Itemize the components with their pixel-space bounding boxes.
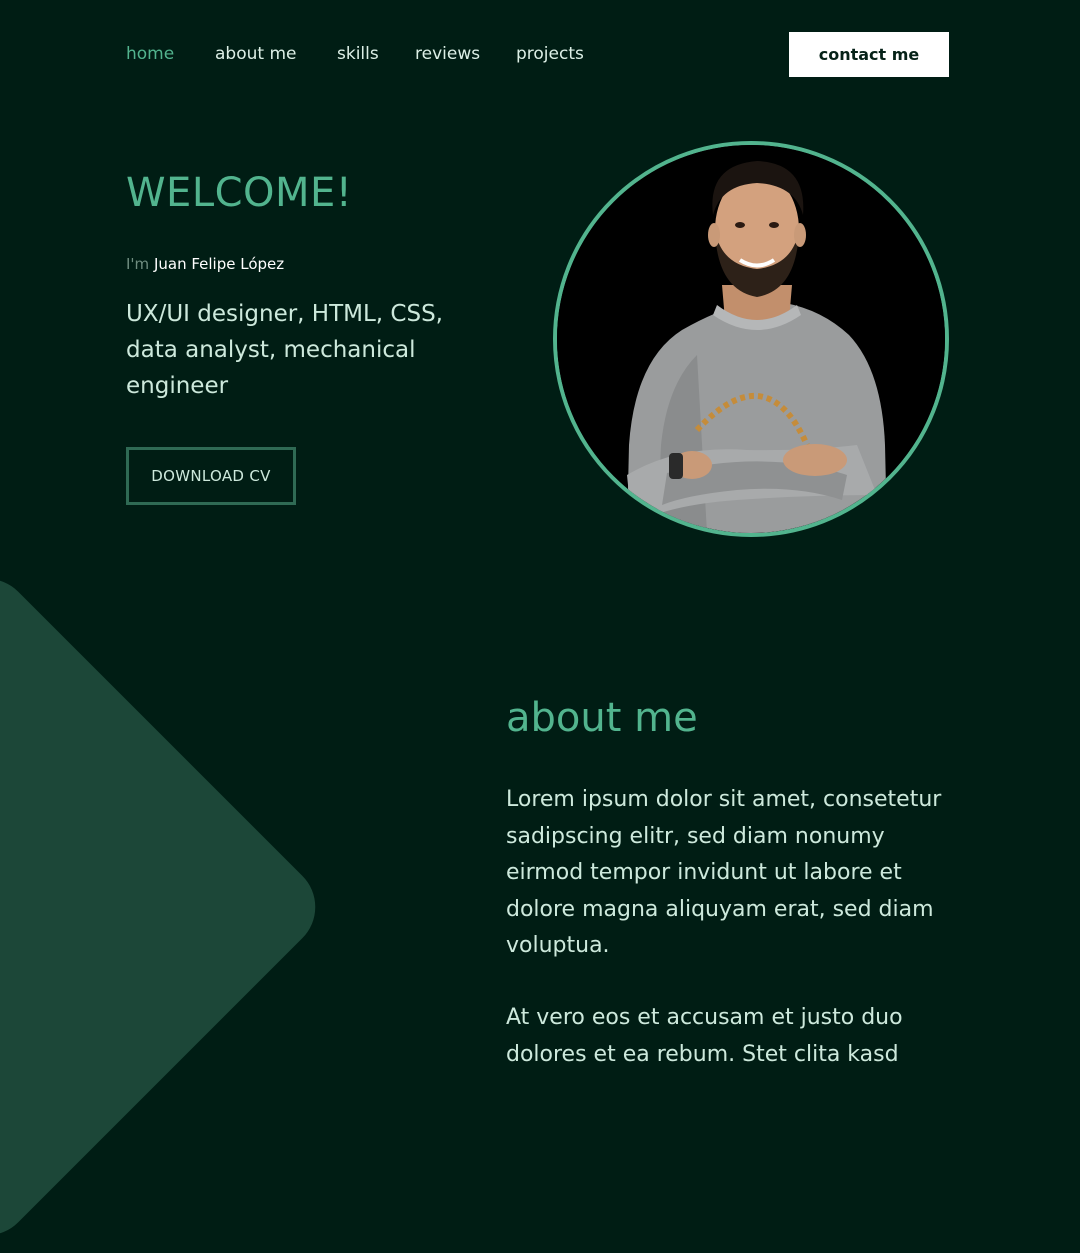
profile-photo: [553, 141, 949, 537]
person-name: Juan Felipe López: [153, 255, 285, 273]
welcome-heading: WELCOME!: [126, 170, 353, 216]
top-nav: home about me skills reviews projects co…: [0, 0, 1080, 110]
nav-skills[interactable]: skills: [337, 44, 379, 64]
contact-me-button[interactable]: contact me: [789, 32, 949, 77]
nav-reviews[interactable]: reviews: [415, 44, 480, 64]
intro-prefix: I'm: [126, 255, 150, 273]
about-paragraph-2: At vero eos et accusam et justo duo dolo…: [506, 1005, 903, 1067]
intro-line: I'm Juan Felipe López: [126, 255, 284, 273]
portrait-illustration: [557, 145, 945, 533]
decorative-shape: [0, 560, 334, 1253]
nav-about-me[interactable]: about me: [215, 44, 296, 64]
about-me-heading: about me: [506, 695, 698, 741]
about-paragraph-1: Lorem ipsum dolor sit amet, consetetur s…: [506, 787, 942, 958]
download-cv-button[interactable]: DOWNLOAD CV: [126, 447, 296, 505]
roles-text: UX/UI designer, HTML, CSS, data analyst,…: [126, 301, 443, 399]
nav-home[interactable]: home: [126, 44, 174, 64]
nav-projects[interactable]: projects: [516, 44, 584, 64]
